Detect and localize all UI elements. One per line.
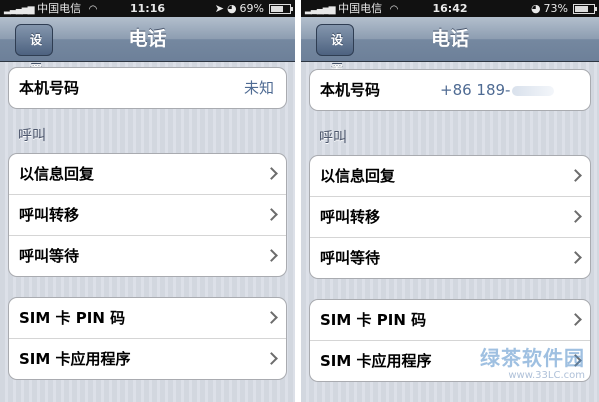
- redacted-number: [512, 85, 555, 96]
- chevron-right-icon: [265, 249, 278, 262]
- back-button[interactable]: 设置: [15, 24, 54, 77]
- call-forwarding-row[interactable]: 呼叫转移: [310, 196, 590, 237]
- call-section-header: 呼叫: [18, 128, 46, 144]
- call-section-header: 呼叫: [319, 130, 347, 146]
- chevron-right-icon: [265, 311, 278, 324]
- status-bar: ▂▃▄▅▆ 中国电信 ◠ 16:42 ◕ 73%: [301, 0, 599, 17]
- navigation-bar: 电话 设置: [301, 17, 599, 77]
- my-number-value: 未知: [243, 79, 274, 97]
- chevron-right-icon: [569, 210, 582, 223]
- call-waiting-row[interactable]: 呼叫等待: [9, 235, 286, 276]
- chevron-right-icon: [265, 208, 278, 221]
- chevron-right-icon: [569, 169, 582, 182]
- phone-settings-screen-right: ▂▃▄▅▆ 中国电信 ◠ 16:42 ◕ 73% 电话 设置 本机号码 +86 …: [301, 0, 599, 402]
- chevron-right-icon: [265, 352, 278, 365]
- call-settings-group: 以信息回复 呼叫转移 呼叫等待: [8, 153, 287, 277]
- sim-applications-row[interactable]: SIM 卡应用程序: [9, 338, 286, 379]
- reply-with-message-row[interactable]: 以信息回复: [310, 156, 590, 196]
- my-number-label: 本机号码: [19, 79, 80, 97]
- alarm-icon: ◕: [530, 2, 541, 15]
- row-label: 呼叫等待: [320, 249, 381, 267]
- row-label: 呼叫转移: [320, 208, 381, 226]
- reply-with-message-row[interactable]: 以信息回复: [9, 154, 286, 194]
- row-label: SIM 卡 PIN 码: [320, 311, 427, 329]
- sim-pin-row[interactable]: SIM 卡 PIN 码: [9, 298, 286, 338]
- my-number-value: +86 189-: [440, 81, 511, 99]
- navigation-bar: 电话 设置: [0, 17, 295, 77]
- my-number-label: 本机号码: [320, 81, 381, 99]
- row-label: 呼叫转移: [19, 206, 80, 224]
- row-label: 呼叫等待: [19, 247, 80, 265]
- row-label: SIM 卡应用程序: [320, 352, 432, 370]
- chevron-right-icon: [569, 251, 582, 264]
- battery-percent: 73%: [543, 2, 568, 15]
- battery-icon: [573, 3, 597, 14]
- phone-settings-screen-left: ▂▃▄▅▆ 中国电信 ◠ 11:16 ➤ ◕ 69% 电话 设置 本机号码 未知…: [0, 0, 295, 402]
- row-label: 以信息回复: [320, 167, 396, 185]
- sim-pin-row[interactable]: SIM 卡 PIN 码: [310, 300, 590, 340]
- watermark-logo: 绿茶软件园 www.33LC.com: [480, 342, 585, 381]
- battery-percent: 69%: [239, 2, 264, 15]
- my-number-row[interactable]: 本机号码 未知: [9, 68, 286, 108]
- row-label: SIM 卡 PIN 码: [19, 309, 126, 327]
- row-label: SIM 卡应用程序: [19, 350, 131, 368]
- battery-icon: [269, 3, 293, 14]
- row-label: 以信息回复: [19, 165, 95, 183]
- status-bar: ▂▃▄▅▆ 中国电信 ◠ 11:16 ➤ ◕ 69%: [0, 0, 295, 17]
- chevron-right-icon: [569, 313, 582, 326]
- location-icon: ➤: [214, 2, 224, 15]
- watermark-text: 绿茶软件园: [480, 346, 585, 370]
- my-number-group: 本机号码 +86 189-: [309, 69, 591, 111]
- chevron-right-icon: [265, 167, 278, 180]
- watermark-url: www.33LC.com: [508, 370, 585, 381]
- call-settings-group: 以信息回复 呼叫转移 呼叫等待: [309, 155, 591, 279]
- alarm-icon: ◕: [226, 2, 237, 15]
- sim-settings-group: SIM 卡 PIN 码 SIM 卡应用程序: [8, 297, 287, 380]
- back-button[interactable]: 设置: [316, 24, 355, 77]
- my-number-row[interactable]: 本机号码 +86 189-: [310, 70, 590, 110]
- call-waiting-row[interactable]: 呼叫等待: [310, 237, 590, 278]
- call-forwarding-row[interactable]: 呼叫转移: [9, 194, 286, 235]
- my-number-group: 本机号码 未知: [8, 67, 287, 109]
